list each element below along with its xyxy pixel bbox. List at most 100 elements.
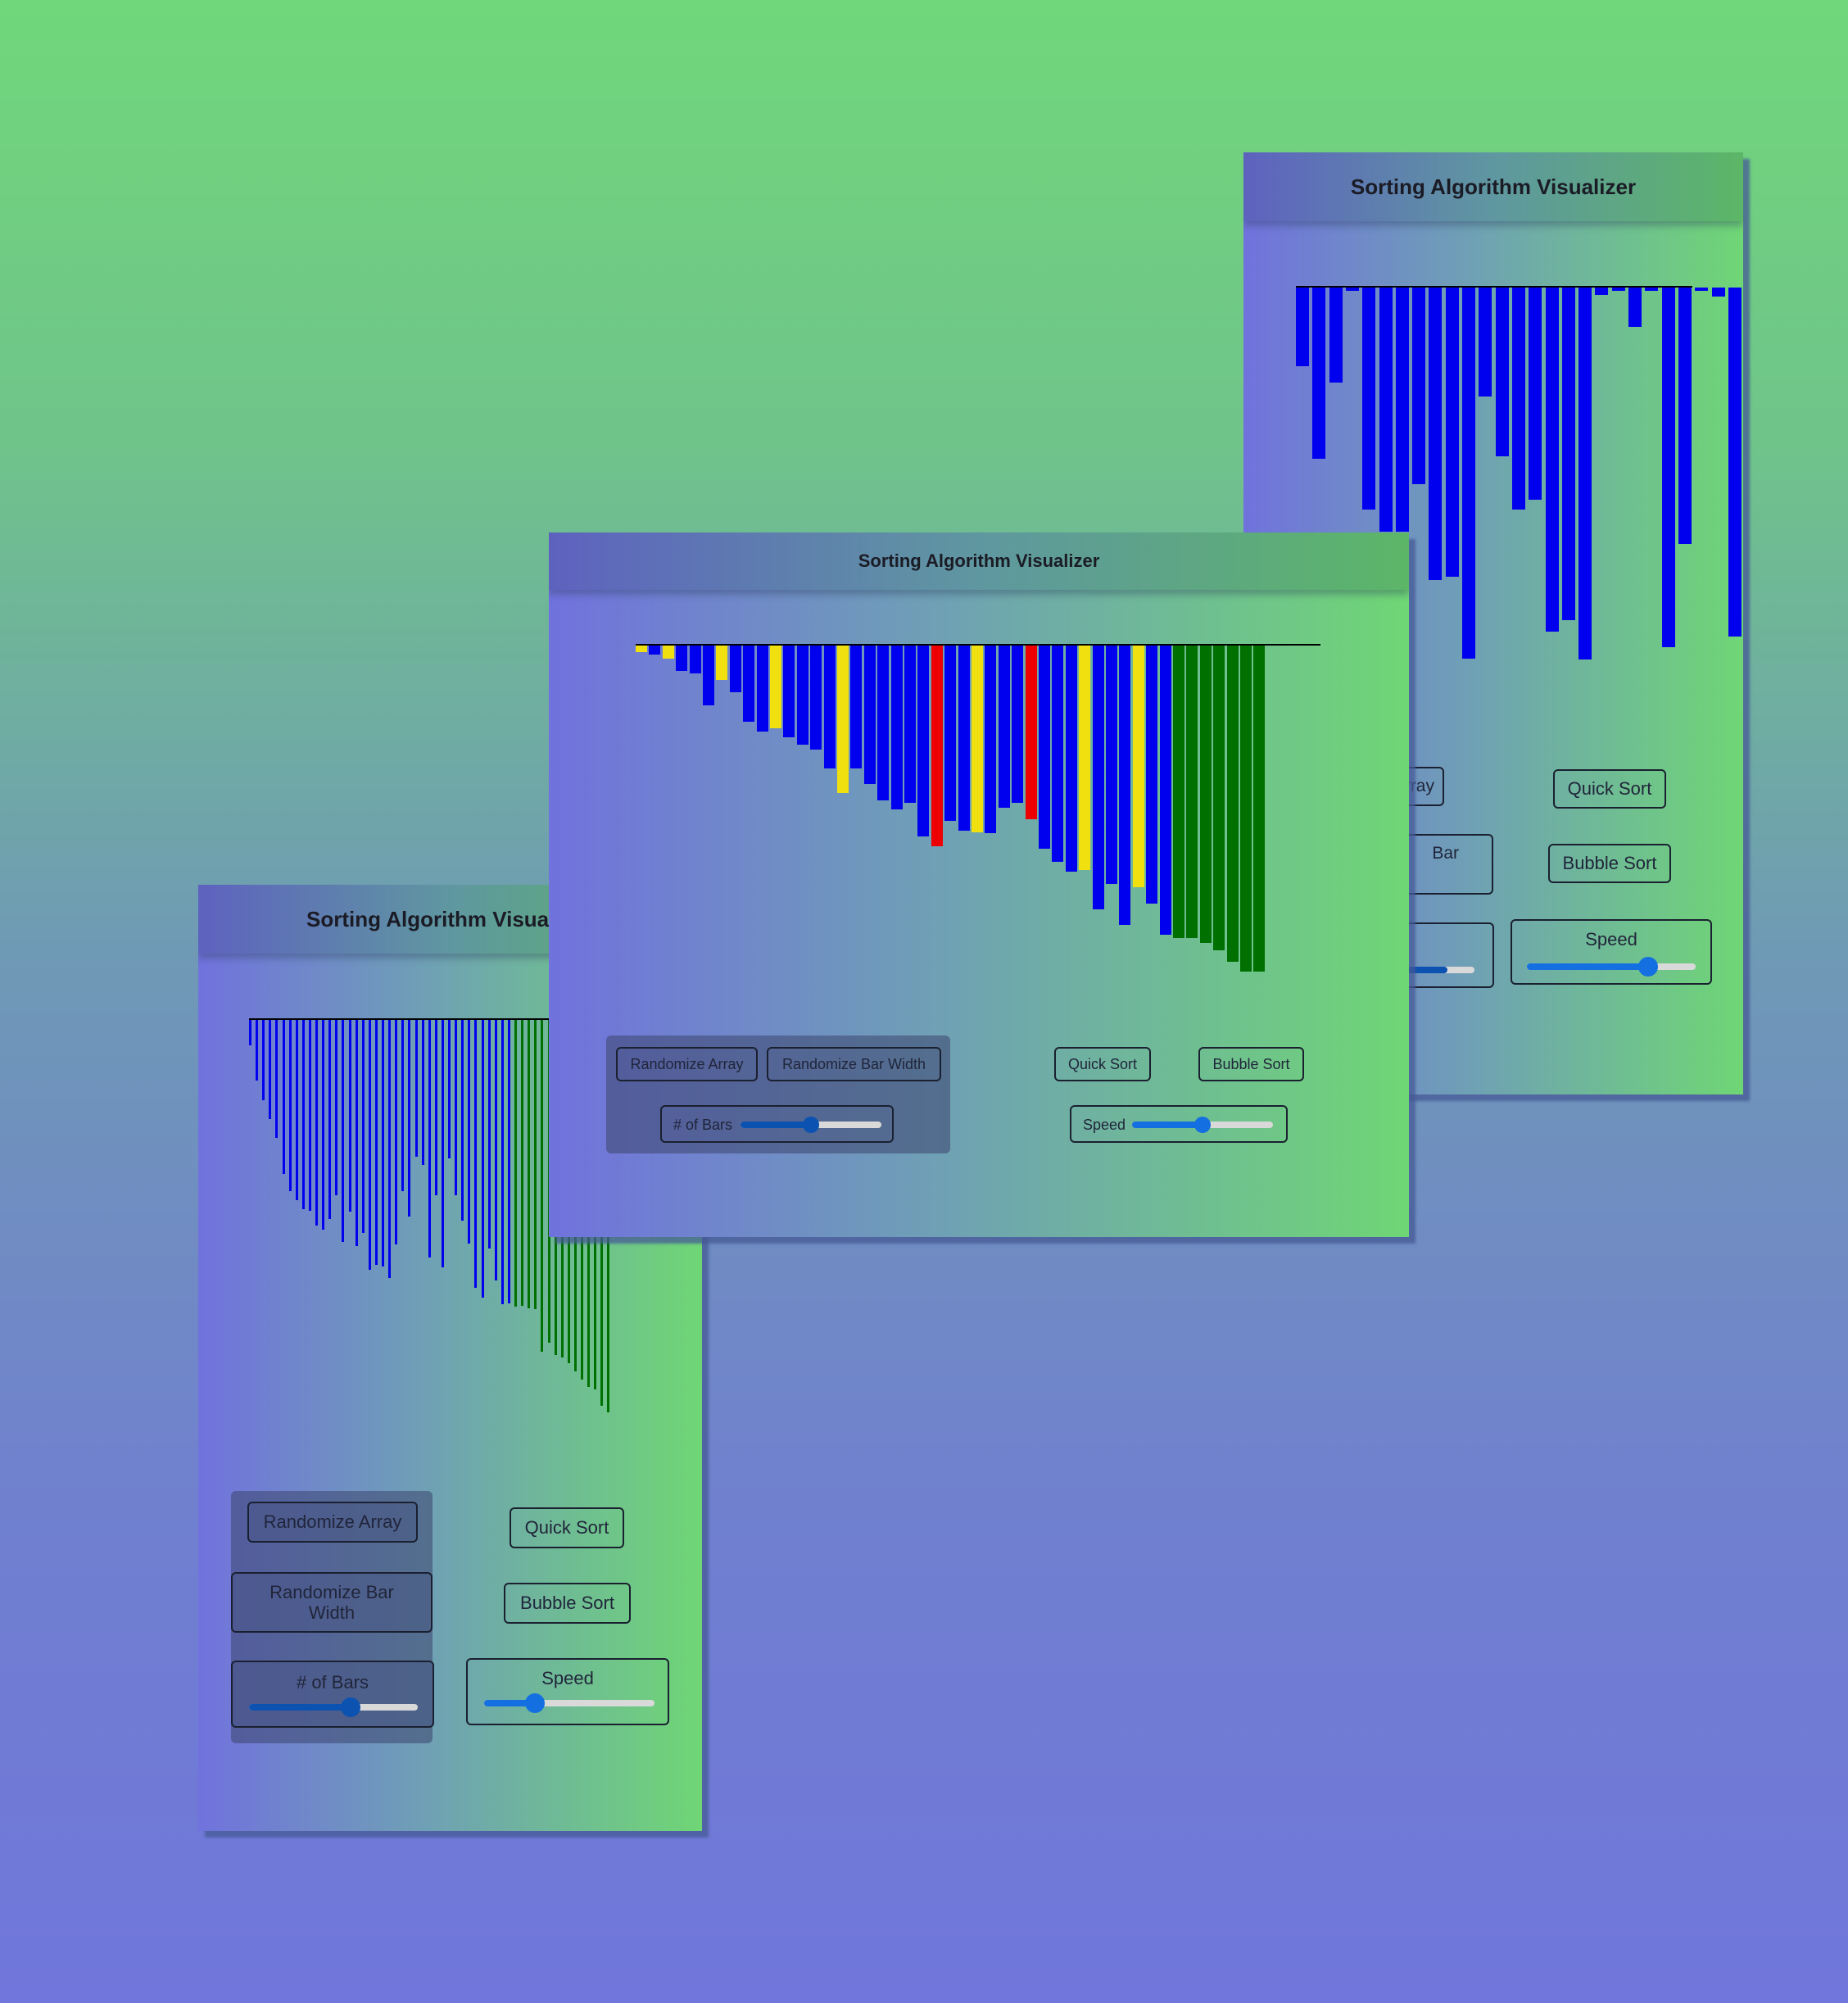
speed-slider-thumb[interactable] (525, 1693, 546, 1713)
array-bar (507, 1020, 510, 1303)
bubble-sort-button[interactable]: Bubble Sort (1198, 1047, 1304, 1081)
array-bar (308, 1020, 311, 1211)
num-bars-slider-thumb[interactable] (340, 1697, 360, 1717)
array-bar (985, 646, 997, 833)
array-bar (468, 1020, 471, 1244)
array-bar (1119, 646, 1131, 925)
array-bar (541, 1020, 544, 1352)
array-bar (474, 1020, 478, 1288)
speed-slider[interactable] (484, 1693, 654, 1713)
array-bar (1106, 646, 1117, 884)
array-bar (850, 646, 863, 768)
randomize-bar-width-button[interactable]: Randomize Bar Width (767, 1047, 941, 1081)
array-bar (877, 646, 890, 800)
array-bar (282, 1020, 285, 1174)
array-bar (1079, 646, 1091, 870)
array-bar (1395, 288, 1409, 532)
speed-slider[interactable] (1527, 957, 1696, 977)
bubble-sort-button[interactable]: Bubble Sort (504, 1583, 631, 1624)
array-bar (1561, 288, 1575, 620)
array-bar (249, 1020, 251, 1045)
array-bar (1065, 646, 1077, 872)
page-title: Sorting Algorithm Visua (306, 906, 550, 931)
array-bar (810, 646, 822, 750)
array-bar (1545, 288, 1559, 632)
array-bar (514, 1020, 517, 1307)
array-bar (1362, 288, 1376, 510)
array-bar (783, 646, 795, 737)
array-bar (1645, 288, 1659, 291)
array-bar (1173, 646, 1184, 938)
quick-sort-button[interactable]: Quick Sort (510, 1507, 624, 1548)
randomize-array-button[interactable]: Randomize Array (616, 1047, 758, 1081)
array-bar (716, 646, 728, 680)
num-bars-slider[interactable] (249, 1697, 418, 1717)
page-title: Sorting Algorithm Visualizer (1350, 174, 1637, 199)
array-bar (368, 1020, 371, 1270)
array-bar (322, 1020, 325, 1230)
window-title-bar: Sorting Algorithm Visualizer (1243, 152, 1743, 221)
array-bar (1240, 646, 1252, 972)
array-bar (374, 1020, 378, 1265)
randomize-array-button[interactable]: Randomize Array (247, 1502, 418, 1543)
array-bar (676, 646, 688, 671)
array-bar (288, 1020, 292, 1191)
bubble-sort-button[interactable]: Bubble Sort (1548, 844, 1671, 883)
speed-slider-box: Speed (1511, 919, 1712, 985)
bar-array (636, 644, 1320, 972)
array-bar (528, 1020, 531, 1308)
array-bar (1578, 288, 1592, 659)
array-bar (534, 1020, 537, 1309)
speed-slider[interactable] (1132, 1117, 1273, 1133)
randomize-bar-width-button[interactable]: Randomize Bar Width (231, 1572, 433, 1633)
num-bars-slider-box: # of Bars (231, 1661, 434, 1728)
array-bar (944, 646, 957, 821)
num-bars-slider-box: # of Bars (660, 1105, 894, 1143)
array-bar (863, 646, 876, 784)
quick-sort-button[interactable]: Quick Sort (1553, 769, 1666, 809)
array-bar (636, 646, 647, 652)
speed-slider-thumb[interactable] (1638, 957, 1659, 977)
array-bar (823, 646, 836, 768)
array-bar (1146, 646, 1158, 904)
array-bar (1012, 646, 1024, 803)
array-bar (931, 646, 943, 846)
array-bar (521, 1020, 524, 1306)
array-bar (361, 1020, 365, 1233)
array-bar (494, 1020, 497, 1280)
array-bar (1661, 288, 1675, 647)
array-bar (275, 1020, 279, 1138)
speed-slider-thumb[interactable] (1194, 1117, 1211, 1133)
array-bar (998, 646, 1010, 808)
array-bar (958, 646, 970, 831)
array-bar (1345, 288, 1359, 291)
array-bar (315, 1020, 318, 1226)
num-bars-slider[interactable] (741, 1117, 881, 1133)
array-bar (335, 1020, 338, 1195)
array-bar (262, 1020, 265, 1100)
array-bar (348, 1020, 351, 1212)
array-bar (770, 646, 781, 728)
array-bar (1159, 646, 1171, 935)
array-bar (1253, 646, 1266, 972)
array-bar (1379, 288, 1393, 532)
array-bar (328, 1020, 332, 1219)
array-bar (414, 1020, 418, 1157)
array-bar (382, 1020, 384, 1267)
array-bar (1052, 646, 1064, 862)
num-bars-slider-thumb[interactable] (803, 1117, 819, 1133)
array-bar (743, 646, 755, 722)
array-bar (301, 1020, 305, 1209)
array-bar (1445, 288, 1459, 577)
array-bar (1595, 288, 1609, 295)
array-bar (1132, 646, 1144, 887)
array-bar (388, 1020, 392, 1278)
array-bar (401, 1020, 405, 1191)
array-bar (428, 1020, 431, 1258)
quick-sort-button[interactable]: Quick Sort (1054, 1047, 1151, 1081)
array-bar (461, 1020, 464, 1221)
array-bar (441, 1020, 444, 1267)
array-bar (295, 1020, 298, 1200)
page-title: Sorting Algorithm Visualizer (858, 551, 1100, 571)
array-bar (1199, 646, 1212, 943)
